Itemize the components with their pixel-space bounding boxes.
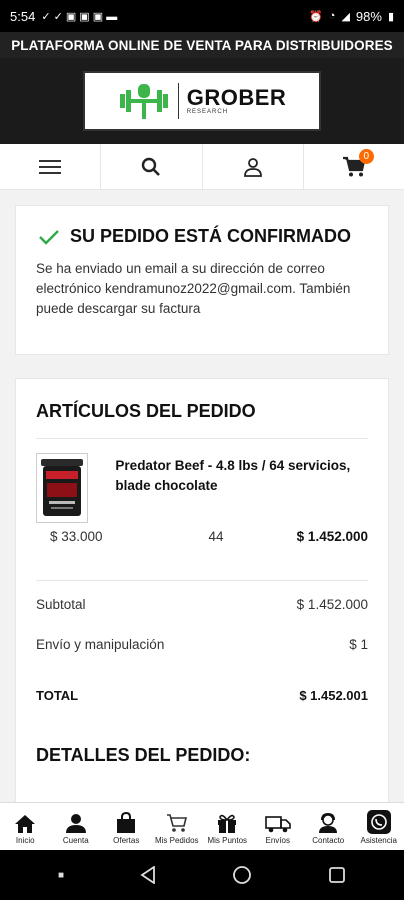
subtotal-value: $ 1.452.000 xyxy=(296,597,368,612)
battery-percent: 98% xyxy=(355,8,382,24)
user-icon xyxy=(243,157,262,177)
confirmation-heading: SU PEDIDO ESTÁ CONFIRMADO xyxy=(38,226,368,247)
logo[interactable]: GROBER RESEARCH xyxy=(83,71,321,131)
recents-icon[interactable] xyxy=(328,866,346,884)
hamburger-icon xyxy=(39,159,62,174)
home-circle-icon[interactable] xyxy=(232,865,252,885)
truck-icon xyxy=(264,816,291,833)
nav-item-ofertas[interactable]: Ofertas xyxy=(101,803,152,850)
dumbbell-logo-icon xyxy=(119,84,168,119)
order-details-title: DETALLES DEL PEDIDO: xyxy=(36,745,251,765)
nav-label: Ofertas xyxy=(113,836,140,845)
nav-item-inicio[interactable]: Inicio xyxy=(0,803,51,850)
quantity: 44 xyxy=(208,529,224,544)
nav-label: Asistencia xyxy=(360,836,397,845)
whatsapp-icon xyxy=(366,810,391,834)
shipping-row: Envío y manipulación $ 1 xyxy=(36,637,368,652)
item-price-row: $ 33.000 44 $ 1.452.000 xyxy=(36,529,368,544)
shipping-label: Envío y manipulación xyxy=(36,637,165,652)
nav-label: Mis Pedidos xyxy=(154,836,199,845)
unit-price: $ 33.000 xyxy=(50,529,103,544)
back-icon[interactable] xyxy=(140,866,156,884)
search-icon xyxy=(142,157,161,176)
signal-icon: ◢ xyxy=(341,10,350,23)
wifi-icon: ◔ xyxy=(328,10,336,22)
product-name[interactable]: Predator Beef - 4.8 lbs / 64 servicios, … xyxy=(115,453,368,523)
product-image[interactable] xyxy=(36,453,89,523)
status-bar: 5:54 ✓ ✓ ▣ ▣ ▣ ▬ ⏰ ◔ ◢ 98% ▮ xyxy=(0,0,404,32)
total-row: TOTAL $ 1.452.001 xyxy=(36,688,368,703)
nav-item-contacto[interactable]: Contacto xyxy=(303,803,354,850)
confirmation-card: SU PEDIDO ESTÁ CONFIRMADO Se ha enviado … xyxy=(15,205,389,355)
nav-label: Envíos xyxy=(265,836,290,845)
nav-item-envios[interactable]: Envíos xyxy=(253,803,304,850)
recents-small-icon[interactable]: ■ xyxy=(58,870,64,881)
supplement-tub-icon xyxy=(41,459,84,516)
nav-item-cuenta[interactable]: Cuenta xyxy=(51,803,102,850)
total-label: TOTAL xyxy=(36,688,79,703)
confirmation-title: SU PEDIDO ESTÁ CONFIRMADO xyxy=(70,226,352,246)
account-button[interactable] xyxy=(203,144,304,189)
subtotal-row: Subtotal $ 1.452.000 xyxy=(36,597,368,612)
line-total: $ 1.452.000 xyxy=(296,529,368,544)
cart-button[interactable]: 0 xyxy=(304,144,404,189)
home-icon xyxy=(15,815,36,833)
account-icon xyxy=(65,814,86,833)
search-button[interactable] xyxy=(101,144,203,189)
nav-item-mis-pedidos[interactable]: Mis Pedidos xyxy=(152,803,203,850)
cart-count-badge: 0 xyxy=(358,149,374,164)
alarm-icon: ⏰ xyxy=(309,10,323,23)
shopping-bag-icon xyxy=(117,812,136,833)
divider xyxy=(36,438,368,439)
checkmark-icon xyxy=(39,229,59,245)
logo-name: GROBER xyxy=(186,85,287,110)
bottom-navigation: Inicio Cuenta Ofertas Mis Pedidos Mis Pu… xyxy=(0,802,404,850)
confirmation-message: Se ha enviado un email a su dirección de… xyxy=(36,261,351,316)
order-item: Predator Beef - 4.8 lbs / 64 servicios, … xyxy=(36,453,368,523)
order-items-title: ARTÍCULOS DEL PEDIDO xyxy=(36,401,256,421)
support-agent-icon xyxy=(319,812,338,833)
shipping-value: $ 1 xyxy=(349,637,368,652)
nav-label: Inicio xyxy=(15,836,35,845)
main-content: SU PEDIDO ESTÁ CONFIRMADO Se ha enviado … xyxy=(0,190,404,802)
total-value: $ 1.452.001 xyxy=(299,688,368,703)
orders-cart-icon xyxy=(166,814,187,832)
notification-icons: ✓ ✓ ▣ ▣ ▣ ▬ xyxy=(41,10,118,23)
nav-label: Mis Puntos xyxy=(207,836,248,845)
logo-divider xyxy=(177,83,179,119)
status-time: 5:54 xyxy=(10,8,36,24)
icon-navbar: 0 xyxy=(0,144,404,190)
system-navigation-bar: ■ xyxy=(0,850,404,900)
nav-item-asistencia[interactable]: Asistencia xyxy=(354,803,404,850)
top-banner: PLATAFORMA ONLINE DE VENTA PARA DISTRIBU… xyxy=(0,32,404,58)
site-header: GROBER RESEARCH xyxy=(0,58,404,144)
battery-icon: ▮ xyxy=(387,10,394,23)
nav-label: Contacto xyxy=(312,836,345,845)
divider xyxy=(36,580,368,581)
menu-button[interactable] xyxy=(0,144,102,189)
subtotal-label: Subtotal xyxy=(36,597,86,612)
order-items-card: ARTÍCULOS DEL PEDIDO Predator Beef - 4.8… xyxy=(15,378,389,802)
nav-item-mis-puntos[interactable]: Mis Puntos xyxy=(202,803,253,850)
gift-icon xyxy=(218,814,237,833)
nav-label: Cuenta xyxy=(62,836,89,845)
